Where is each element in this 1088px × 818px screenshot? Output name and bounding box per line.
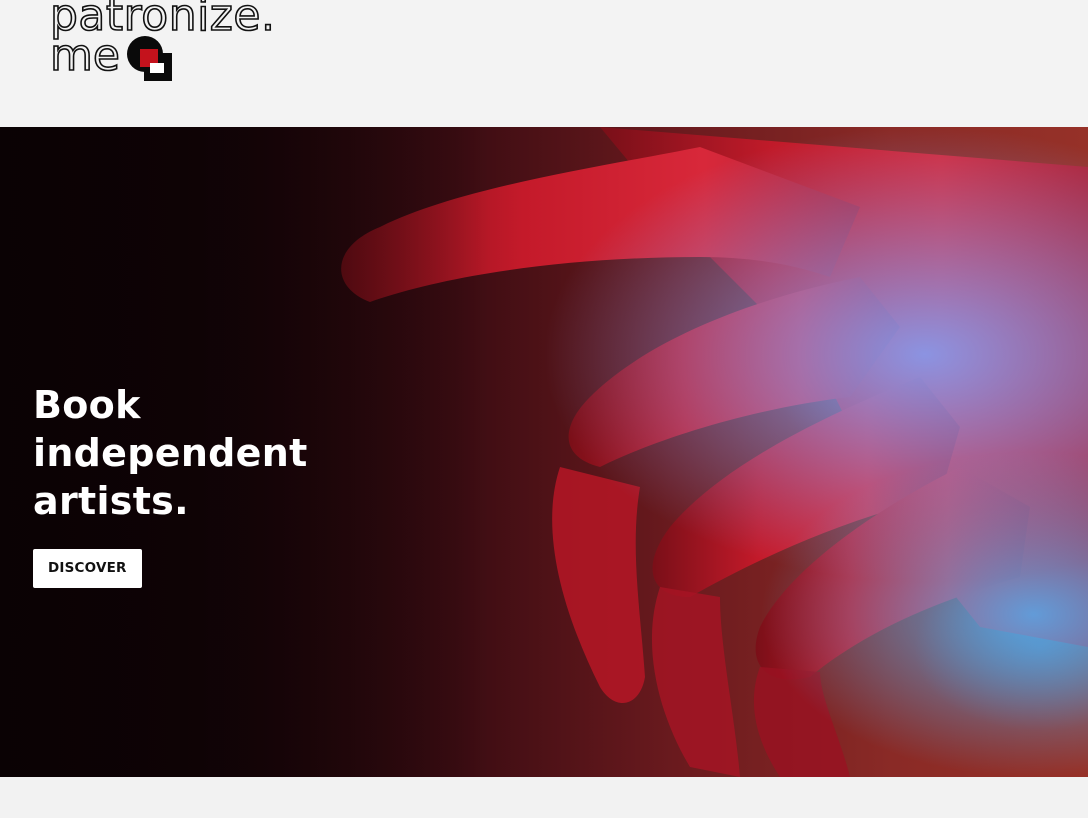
page-continuation (0, 777, 1088, 818)
logo-mark-icon (127, 36, 172, 81)
logo-link[interactable]: patronize. me (49, 0, 276, 88)
hero-section: Book independent artists. DISCOVER (0, 127, 1088, 777)
site-header: patronize. me (0, 0, 1088, 127)
hero-title: Book independent artists. (33, 383, 308, 523)
logo-text-line2: me (49, 30, 121, 81)
hero-content: Book independent artists. DISCOVER (33, 381, 353, 588)
discover-button[interactable]: DISCOVER (33, 549, 142, 588)
